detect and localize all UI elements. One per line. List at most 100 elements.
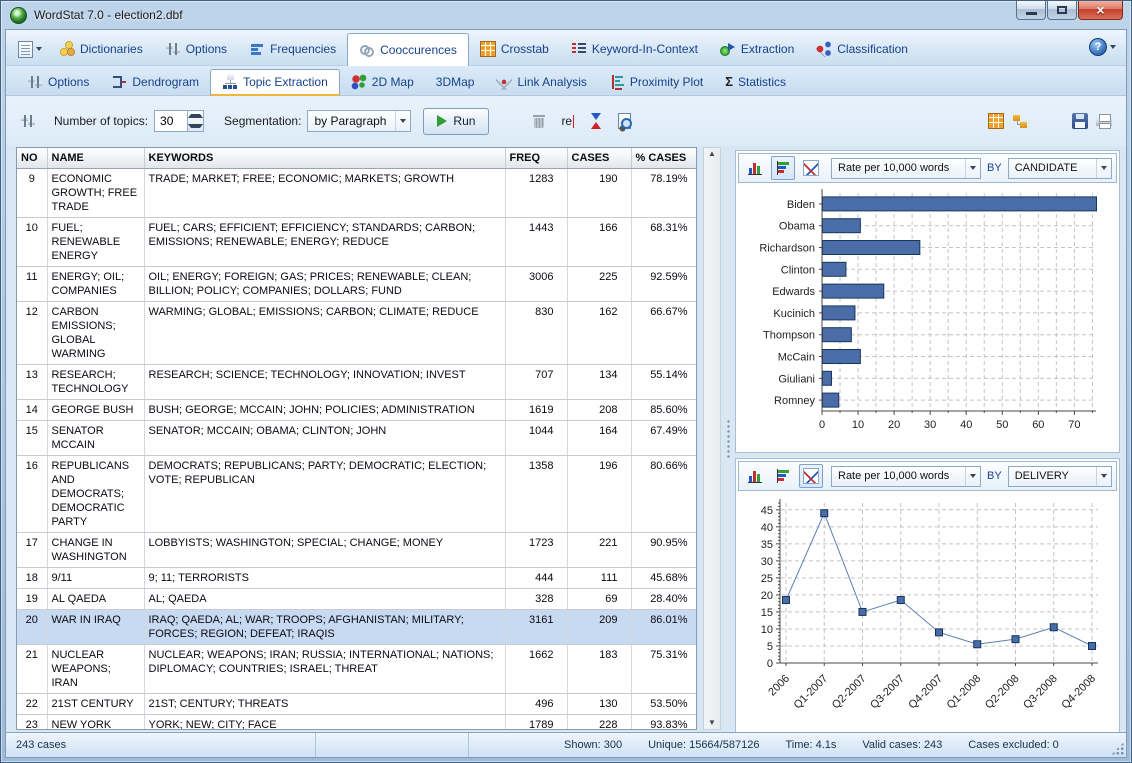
chart-type-line-button[interactable]: [799, 156, 823, 180]
minimize-button[interactable]: [1016, 1, 1046, 20]
table-row[interactable]: 11ENERGY; OIL; COMPANIESOIL; ENERGY; FOR…: [17, 267, 697, 302]
bar-group-select[interactable]: CANDIDATE: [1008, 158, 1112, 179]
print-button[interactable]: [1096, 113, 1112, 129]
cell-name: FUEL; RENEWABLE ENERGY: [47, 218, 144, 267]
tab-options[interactable]: Options: [16, 69, 100, 95]
cell-pct: 92.59%: [631, 267, 697, 302]
topics-label: Number of topics:: [54, 114, 148, 128]
frequency-matrix-button[interactable]: [988, 113, 1004, 129]
chart-type-vertical-bar-button[interactable]: [743, 464, 767, 488]
cell-kw: NUCLEAR; WEAPONS; IRAN; RUSSIA; INTERNAT…: [144, 645, 505, 694]
menu-item-extraction[interactable]: Extraction: [709, 33, 805, 65]
run-button[interactable]: Run: [423, 108, 489, 135]
help-icon: ?: [1089, 38, 1107, 56]
topics-input[interactable]: 30: [154, 110, 188, 132]
panel-splitter[interactable]: [721, 147, 735, 730]
cell-kw: RESEARCH; SCIENCE; TECHNOLOGY; INNOVATIO…: [144, 365, 505, 400]
table-row[interactable]: 14GEORGE BUSHBUSH; GEORGE; MCCAIN; JOHN;…: [17, 400, 697, 421]
bar-measure-select[interactable]: Rate per 10,000 words: [831, 158, 981, 179]
table-row[interactable]: 13RESEARCH; TECHNOLOGYRESEARCH; SCIENCE;…: [17, 365, 697, 400]
x-tick-label: 70: [1068, 419, 1080, 431]
data-marker-2006: [783, 597, 790, 604]
menu-item-keyword-in-context[interactable]: Keyword-In-Context: [560, 33, 709, 65]
help-button[interactable]: ?: [1089, 38, 1116, 56]
cell-kw: SENATOR; MCCAIN; OBAMA; CLINTON; JOHN: [144, 421, 505, 456]
window-title: WordStat 7.0 - election2.dbf: [34, 8, 183, 22]
column-header-keywords[interactable]: KEYWORDS: [144, 148, 505, 169]
tab-3d-map[interactable]: 3DMap: [425, 69, 486, 95]
table-row[interactable]: 23NEW YORKYORK; NEW; CITY; FACE178922893…: [17, 715, 697, 731]
cell-freq: 328: [505, 589, 567, 610]
save-button[interactable]: [1072, 113, 1088, 129]
rename-edit-text[interactable]: re: [561, 114, 574, 128]
line-group-select[interactable]: DELIVERY: [1008, 466, 1112, 487]
menu-item-frequencies[interactable]: Frequencies: [238, 33, 347, 65]
menu-item-classification[interactable]: Classification: [805, 33, 919, 65]
table-row[interactable]: 21NUCLEAR WEAPONS; IRANNUCLEAR; WEAPONS;…: [17, 645, 697, 694]
cell-freq: 1789: [505, 715, 567, 731]
tab-topic-extraction[interactable]: Topic Extraction: [210, 69, 340, 96]
column-header-freq[interactable]: FREQ: [505, 148, 567, 169]
tab-statistics[interactable]: Σ Statistics: [714, 69, 797, 95]
table-row[interactable]: 16REPUBLICANS AND DEMOCRATS; DEMOCRATIC …: [17, 456, 697, 533]
close-button[interactable]: ×: [1078, 1, 1123, 20]
line-measure-select[interactable]: Rate per 10,000 words: [831, 466, 981, 487]
search-documents-button[interactable]: [616, 113, 632, 129]
data-marker-Q1-2008: [974, 641, 981, 648]
cell-pct: 85.60%: [631, 400, 697, 421]
tab-link-analysis[interactable]: Link Analysis: [485, 69, 597, 95]
stepper-down-icon[interactable]: [188, 121, 203, 131]
chart-type-horizontal-bar-button[interactable]: [771, 464, 795, 488]
table-row[interactable]: 9ECONOMIC GROWTH; FREE TRADETRADE; MARKE…: [17, 169, 697, 218]
table-row[interactable]: 15SENATOR MCCAINSENATOR; MCCAIN; OBAMA; …: [17, 421, 697, 456]
proximity-plot-icon: [609, 74, 625, 90]
column-header-name[interactable]: NAME: [47, 148, 144, 169]
tab-proximity-plot[interactable]: Proximity Plot: [598, 69, 714, 95]
chevron-down-icon: [965, 467, 980, 486]
column-header-pct-cases[interactable]: % CASES: [631, 148, 697, 169]
tab-2d-map[interactable]: 2D Map: [340, 69, 425, 95]
status-shown: Shown: 300: [564, 739, 622, 751]
tab-dendrogram[interactable]: Dendrogram: [100, 69, 210, 95]
table-row[interactable]: 19AL QAEDAAL; QAEDA3286928.40%: [17, 589, 697, 610]
topics-stepper[interactable]: [188, 110, 204, 132]
menu-item-cooccurences[interactable]: Cooccurences: [347, 33, 469, 66]
export-tree-button[interactable]: [1012, 113, 1028, 129]
chart-type-vertical-bar-button[interactable]: [743, 156, 767, 180]
line-chart-icon: [803, 160, 819, 176]
table-row[interactable]: 12CARBON EMISSIONS; GLOBAL WARMINGWARMIN…: [17, 302, 697, 365]
cell-name: 9/11: [47, 568, 144, 589]
cell-name: REPUBLICANS AND DEMOCRATS; DEMOCRATIC PA…: [47, 456, 144, 533]
y-tick-label: 20: [761, 590, 773, 602]
table-header-row: NO NAME KEYWORDS FREQ CASES % CASES: [17, 148, 697, 169]
app-menu-button[interactable]: [12, 33, 48, 65]
menu-item-dictionaries[interactable]: Dictionaries: [48, 33, 154, 65]
chart-type-horizontal-bar-button[interactable]: [771, 156, 795, 180]
table-row[interactable]: 17CHANGE IN WASHINGTONLOBBYISTS; WASHING…: [17, 533, 697, 568]
segmentation-select[interactable]: by Paragraph: [307, 110, 411, 132]
status-unique: Unique: 15664/587126: [648, 739, 759, 751]
scroll-up-icon[interactable]: ▲: [708, 150, 716, 158]
menu-item-crosstab[interactable]: Crosstab: [469, 33, 560, 65]
maximize-button[interactable]: [1047, 1, 1077, 20]
table-row[interactable]: 2221ST CENTURY21ST; CENTURY; THREATS4961…: [17, 694, 697, 715]
topic-settings-icon[interactable]: [20, 113, 36, 129]
table-vertical-scrollbar[interactable]: ▲ ▼: [703, 147, 721, 730]
category-label: Biden: [787, 199, 815, 211]
merge-topics-button[interactable]: [588, 113, 604, 129]
dictionaries-icon: [59, 41, 75, 57]
chevron-down-icon: [1096, 159, 1111, 178]
status-time: Time: 4.1s: [785, 739, 836, 751]
tab-label: Link Analysis: [517, 75, 586, 89]
stepper-up-icon[interactable]: [188, 111, 203, 121]
window-titlebar[interactable]: WordStat 7.0 - election2.dbf ×: [1, 1, 1131, 29]
table-row[interactable]: 20WAR IN IRAQIRAQ; QAEDA; AL; WAR; TROOP…: [17, 610, 697, 645]
scroll-down-icon[interactable]: ▼: [708, 719, 716, 727]
column-header-cases[interactable]: CASES: [567, 148, 631, 169]
chart-type-line-button[interactable]: [799, 464, 823, 488]
column-header-no[interactable]: NO: [17, 148, 47, 169]
menu-item-options[interactable]: Options: [154, 33, 238, 65]
table-row[interactable]: 10FUEL; RENEWABLE ENERGYFUEL; CARS; EFFI…: [17, 218, 697, 267]
delete-topic-button[interactable]: [531, 113, 547, 129]
table-row[interactable]: 189/119; 11; TERRORISTS44411145.68%: [17, 568, 697, 589]
